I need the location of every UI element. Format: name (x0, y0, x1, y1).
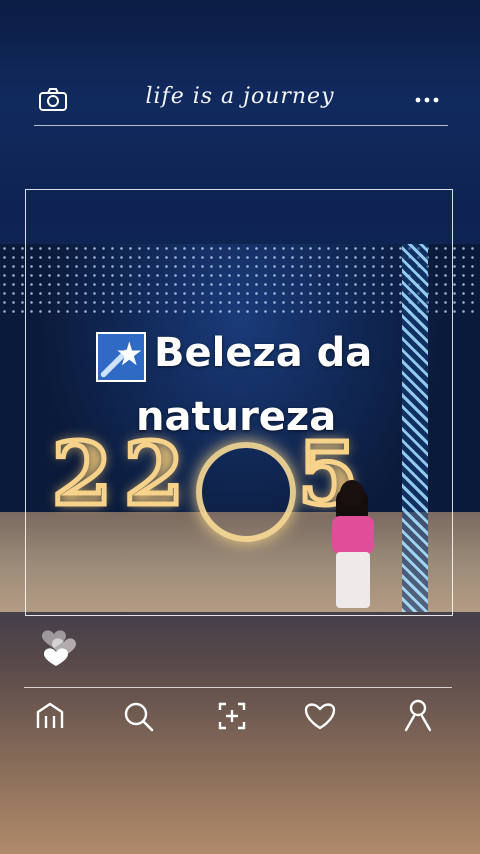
profile-icon[interactable] (400, 698, 436, 734)
shooting-star-icon (96, 332, 146, 382)
top-bar: life is a journey (0, 80, 480, 124)
app-title: life is a journey (145, 84, 335, 109)
more-dots-icon[interactable] (412, 88, 442, 112)
add-photo-icon[interactable] (214, 698, 250, 734)
search-icon[interactable] (120, 698, 156, 734)
nav-divider (24, 687, 452, 688)
header-divider (34, 125, 448, 126)
home-icon[interactable] (32, 698, 68, 734)
caption-line-2: natureza (136, 394, 337, 440)
bottom-nav (0, 698, 480, 738)
heart-icon[interactable] (302, 698, 338, 734)
hearts-icon[interactable] (40, 612, 80, 668)
caption-line-1: Beleza da (154, 330, 373, 376)
